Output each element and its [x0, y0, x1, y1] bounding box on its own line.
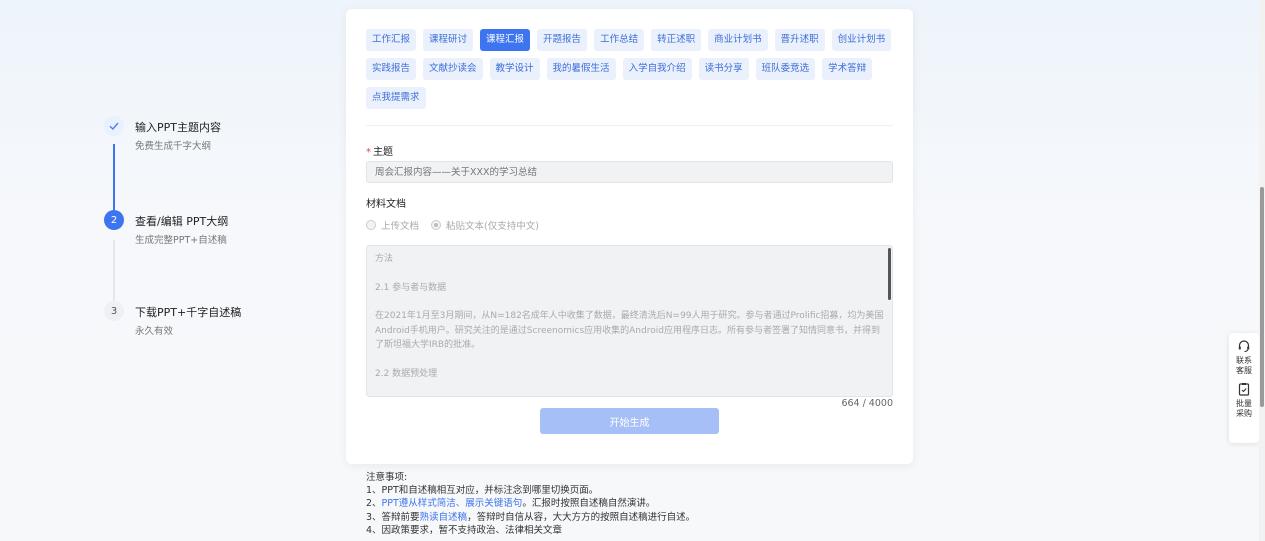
template-tag[interactable]: 工作汇报: [366, 29, 417, 51]
radio-paste[interactable]: 粘贴文本(仅支持中文): [431, 218, 539, 232]
notes: 注意事项: 1、PPT和自述稿相互对应，并标注念到哪里切换页面。 2、PPT遵从…: [366, 471, 695, 537]
note-item: 1、PPT和自述稿相互对应，并标注念到哪里切换页面。: [366, 485, 599, 497]
material-type-radios: 上传文档 粘贴文本(仅支持中文): [366, 218, 539, 232]
step-1-title: 输入PPT主题内容: [135, 121, 221, 134]
page-scrollbar[interactable]: [1259, 0, 1265, 541]
material-label: 材料文档: [366, 199, 406, 210]
text-paragraph: 2.1 参与者与数据: [375, 282, 447, 293]
bulk-purchase-button[interactable]: 批量 采购: [1236, 382, 1252, 419]
text-paragraph: 方法: [375, 254, 394, 264]
template-tag[interactable]: 实践报告: [366, 58, 417, 80]
check-icon: [104, 116, 124, 136]
template-tag[interactable]: 教学设计: [489, 58, 540, 80]
template-tag[interactable]: 创业计划书: [831, 29, 892, 51]
text-paragraph: 在2021年1月至3月期间，从N=182名成年人中收集了数据，最终清洗后N=99…: [375, 311, 884, 350]
template-tags: 工作汇报 课程研讨 课程汇报 开题报告 工作总结 转正述职 商业计划书 晋升述职 创业计划书实践…: [366, 29, 896, 109]
text-paragraph: 2.2 数据预处理: [375, 368, 438, 379]
step-3-title: 下载PPT+千字自述稿: [135, 306, 242, 319]
topic-input[interactable]: [366, 161, 893, 183]
headset-icon: [1238, 340, 1250, 352]
template-tag[interactable]: 读书分享: [698, 58, 749, 80]
material-textarea[interactable]: 方法 2.1 参与者与数据 在2021年1月至3月期间，从N=182名成年人中收…: [366, 245, 893, 397]
divider: [366, 125, 893, 126]
required-mark: *: [366, 147, 371, 158]
template-tag[interactable]: 班队委竞选: [755, 58, 816, 80]
radio-upload[interactable]: 上传文档: [366, 218, 419, 232]
contact-service-button[interactable]: 联系 客服: [1236, 339, 1252, 376]
textarea-scrollbar[interactable]: [888, 248, 891, 300]
note-text: 2、: [366, 498, 382, 510]
template-tag[interactable]: 文献抄读会: [423, 58, 483, 80]
template-tag[interactable]: 商业计划书: [708, 29, 768, 51]
template-tag[interactable]: 学术答辩: [822, 58, 873, 80]
start-generate-button[interactable]: 开始生成: [540, 408, 719, 434]
clipboard-icon: [1238, 383, 1250, 396]
bulk-label: 采购: [1236, 409, 1252, 418]
template-tag[interactable]: 课程研讨: [423, 29, 474, 51]
note-item: 4、因政策要求，暂不支持政治、法律相关文章: [366, 524, 563, 536]
floating-service-panel: 联系 客服 批量 采购: [1229, 333, 1259, 443]
template-tag[interactable]: 晋升述职: [774, 29, 825, 51]
note-highlight: 熟读自述稿: [419, 511, 468, 523]
topic-label-text: 主题: [373, 147, 393, 158]
step-2-subtitle: 生成完整PPT+自述稿: [135, 235, 227, 246]
step-3-subtitle: 永久有效: [135, 326, 174, 337]
radio-upload-label: 上传文档: [381, 221, 420, 232]
note-highlight: PPT遵从样式简洁、展示关键语句: [381, 498, 523, 510]
ppt-form-card: 工作汇报 课程研讨 课程汇报 开题报告 工作总结 转正述职 商业计划书 晋升述职 创业计划书实践…: [346, 9, 913, 464]
page-scrollbar-thumb[interactable]: [1260, 187, 1264, 407]
step-2-number: 2: [104, 210, 124, 230]
template-tag[interactable]: 点我提需求: [366, 87, 426, 109]
note-text: 。汇报时按照自述稿自然演讲。: [522, 498, 656, 510]
step-1-subtitle: 免费生成千字大纲: [135, 141, 212, 152]
step-3-number: 3: [104, 301, 124, 321]
template-tag[interactable]: 课程汇报: [480, 29, 531, 51]
step-connector: [113, 144, 115, 220]
note-item: 3、答辩前要熟读自述稿，答辩时自信从容，大大方方的按照自述稿进行自述。: [366, 511, 695, 524]
radio-circle-checked: [431, 220, 442, 230]
note-item: 2、PPT遵从样式简洁、展示关键语句。汇报时按照自述稿自然演讲。: [366, 497, 695, 510]
contact-label: 客服: [1236, 366, 1252, 375]
template-tag[interactable]: 入学自我介绍: [622, 58, 692, 80]
step-connector: [113, 240, 115, 304]
template-tag[interactable]: 工作总结: [594, 29, 645, 51]
note-text: ，答辩时自信从容，大大方方的按照自述稿进行自述。: [467, 511, 696, 523]
contact-label: 联系: [1236, 356, 1252, 365]
notes-title: 注意事项:: [366, 472, 408, 483]
template-tag[interactable]: 转正述职: [651, 29, 702, 51]
bulk-label: 批量: [1236, 399, 1252, 408]
note-text: 3、答辩前要: [366, 511, 420, 523]
topic-label: * 主题: [366, 143, 393, 158]
radio-circle: [366, 220, 376, 230]
template-tag[interactable]: 我的暑假生活: [546, 58, 616, 80]
radio-paste-label: 粘贴文本(仅支持中文): [446, 221, 539, 232]
step-2-title: 查看/编辑 PPT大纲: [135, 215, 229, 228]
char-counter: 664 / 4000: [841, 398, 893, 409]
template-tag[interactable]: 开题报告: [537, 29, 588, 51]
